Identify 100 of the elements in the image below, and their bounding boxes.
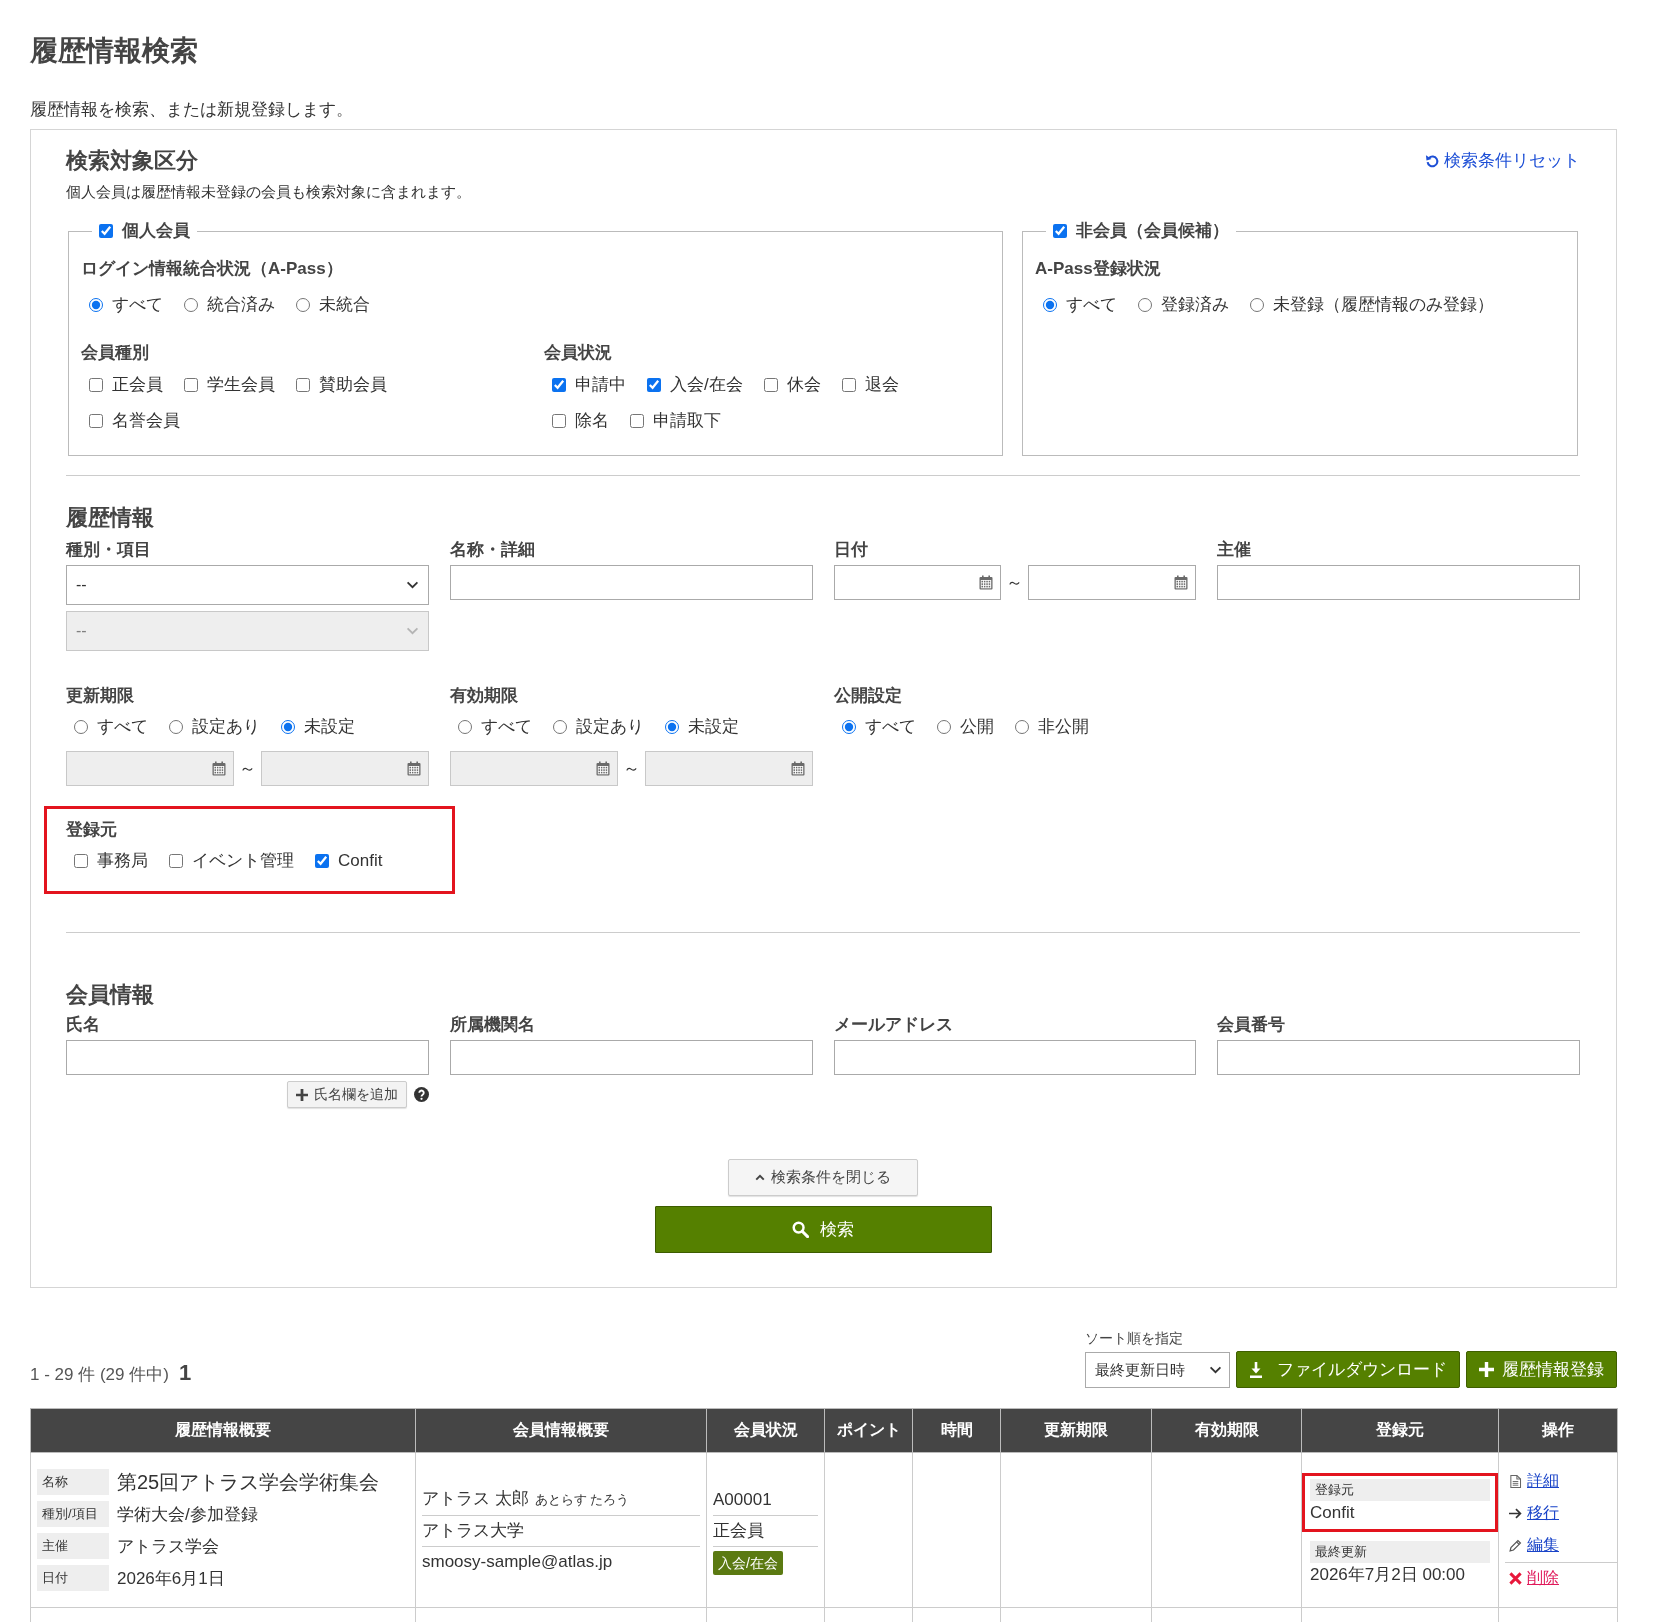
checkbox[interactable] bbox=[763, 378, 778, 392]
radio-button[interactable] bbox=[89, 298, 103, 312]
option-label[interactable]: 学生会員 bbox=[207, 373, 275, 397]
checkbox[interactable] bbox=[647, 378, 661, 392]
date-field[interactable] bbox=[1028, 565, 1197, 600]
text-field[interactable] bbox=[449, 565, 813, 600]
field-label: 主催 bbox=[1217, 539, 1253, 561]
checkbox[interactable] bbox=[89, 378, 103, 392]
reset-icon bbox=[1425, 153, 1440, 169]
checkbox[interactable] bbox=[1053, 224, 1067, 238]
radio-button[interactable] bbox=[1138, 298, 1152, 312]
text-field[interactable] bbox=[833, 1040, 1197, 1075]
checkbox[interactable] bbox=[315, 854, 329, 868]
date-field[interactable] bbox=[833, 565, 1002, 600]
move-link[interactable]: 移行 bbox=[1509, 1503, 1559, 1524]
reset-link[interactable]: 検索条件リセット bbox=[1425, 149, 1580, 173]
option-label[interactable]: 統合済み bbox=[207, 293, 275, 317]
field-label: 氏名 bbox=[66, 1014, 101, 1036]
option-label[interactable]: 入会/在会 bbox=[670, 373, 743, 397]
field-label: A-Pass登録状況 bbox=[1035, 258, 1162, 280]
option-label[interactable]: すべて bbox=[112, 293, 163, 317]
radio-button[interactable] bbox=[1043, 298, 1057, 312]
option-label[interactable]: 事務局 bbox=[97, 849, 148, 873]
checkbox[interactable] bbox=[169, 854, 183, 868]
checkbox[interactable] bbox=[184, 378, 198, 392]
group-label[interactable]: 非会員（会員候補） bbox=[1076, 219, 1229, 243]
option-label[interactable]: Confit bbox=[338, 849, 383, 873]
page-description: 履歴情報を検索、または新規登録します。 bbox=[30, 99, 354, 120]
option-label[interactable]: 退会 bbox=[864, 373, 899, 397]
field-label: 日付 bbox=[833, 539, 869, 561]
group-label[interactable]: 個人会員 bbox=[122, 219, 190, 243]
text-field[interactable] bbox=[66, 1040, 429, 1075]
option-label[interactable]: 登録済み bbox=[1161, 293, 1229, 317]
register-button[interactable]: 履歴情報登録 bbox=[1466, 1351, 1617, 1388]
field-label: 登録元 bbox=[66, 819, 118, 841]
sort-label: ソート順を指定 bbox=[1085, 1329, 1184, 1347]
option-label[interactable]: 賛助会員 bbox=[319, 373, 387, 397]
checkbox[interactable] bbox=[74, 854, 88, 868]
download-button[interactable]: ファイルダウンロード bbox=[1236, 1351, 1460, 1388]
column-header: 操作 bbox=[1498, 1408, 1618, 1453]
column-header: 会員状況 bbox=[706, 1408, 825, 1453]
checkbox[interactable] bbox=[89, 414, 103, 428]
search-button[interactable]: 検索 bbox=[654, 1206, 992, 1253]
checkbox[interactable] bbox=[552, 414, 566, 428]
option-label[interactable]: 公開 bbox=[959, 715, 994, 739]
field-label: 日付 bbox=[37, 1565, 109, 1591]
calendar-icon bbox=[595, 761, 610, 776]
document-icon bbox=[1509, 1475, 1522, 1488]
column-header: 会員情報概要 bbox=[415, 1408, 707, 1453]
category-select[interactable]: -- bbox=[66, 565, 429, 605]
column-header: 更新期限 bbox=[1000, 1408, 1152, 1453]
edit-link[interactable]: 編集 bbox=[1509, 1535, 1559, 1556]
field-label: 会員種別 bbox=[81, 342, 150, 364]
add-name-button[interactable]: 氏名欄を追加 bbox=[286, 1081, 407, 1108]
chevron-down-icon bbox=[405, 581, 419, 589]
checkbox[interactable] bbox=[841, 378, 856, 392]
option-label[interactable]: 申請中 bbox=[575, 373, 626, 397]
checkbox[interactable] bbox=[99, 224, 113, 238]
field-label: 名称・詳細 bbox=[449, 539, 536, 561]
option-label[interactable]: 未登録（履歴情報のみ登録） bbox=[1273, 293, 1494, 317]
radio-button[interactable] bbox=[936, 720, 951, 734]
option-label[interactable]: イベント管理 bbox=[192, 849, 294, 873]
text-field[interactable] bbox=[1217, 565, 1580, 600]
radio-button[interactable] bbox=[1014, 720, 1029, 734]
field-label: 公開設定 bbox=[833, 685, 903, 707]
checkbox[interactable] bbox=[296, 378, 310, 392]
option-label[interactable]: 除名 bbox=[575, 409, 609, 433]
close-conditions-button[interactable]: 検索条件を閉じる bbox=[728, 1159, 918, 1196]
pencil-icon bbox=[1509, 1539, 1522, 1552]
field-label: 種別・項目 bbox=[66, 539, 152, 561]
checkbox[interactable] bbox=[552, 378, 566, 392]
option-label[interactable]: 正会員 bbox=[112, 373, 163, 397]
column-header: 時間 bbox=[912, 1408, 1001, 1453]
checkbox[interactable] bbox=[630, 414, 644, 428]
option-label[interactable]: 名誉会員 bbox=[112, 409, 180, 433]
text-field[interactable] bbox=[449, 1040, 813, 1075]
field-label: 会員状況 bbox=[544, 342, 613, 364]
option-label[interactable]: 申請取下 bbox=[653, 409, 721, 433]
field-label: 所属機関名 bbox=[449, 1014, 536, 1036]
current-page: 1 bbox=[178, 1360, 192, 1386]
option-label[interactable]: すべて bbox=[1066, 293, 1117, 317]
member-number: A00001 bbox=[713, 1490, 772, 1509]
affiliation: アトラス大学 bbox=[422, 1520, 524, 1540]
field-label: 名称 bbox=[37, 1469, 109, 1495]
option-label[interactable]: 未統合 bbox=[319, 293, 370, 317]
option-label[interactable]: 非公開 bbox=[1037, 715, 1089, 739]
field-label: 登録元 bbox=[1310, 1479, 1490, 1501]
radio-button[interactable] bbox=[1250, 298, 1264, 312]
calendar-icon bbox=[979, 575, 994, 590]
field-label: 種別/項目 bbox=[37, 1501, 109, 1527]
option-label[interactable]: 休会 bbox=[786, 373, 821, 397]
radio-button[interactable] bbox=[841, 720, 856, 734]
option-label[interactable]: すべて bbox=[864, 715, 916, 739]
sort-select[interactable]: 最終更新日時 bbox=[1085, 1352, 1230, 1388]
field-value: 2026年6月1日 bbox=[117, 1567, 225, 1590]
radio-button[interactable] bbox=[184, 298, 198, 312]
detail-link[interactable]: 詳細 bbox=[1509, 1471, 1559, 1492]
radio-button[interactable] bbox=[296, 298, 310, 312]
text-field[interactable] bbox=[1217, 1040, 1580, 1075]
delete-link[interactable]: 削除 bbox=[1509, 1568, 1559, 1589]
